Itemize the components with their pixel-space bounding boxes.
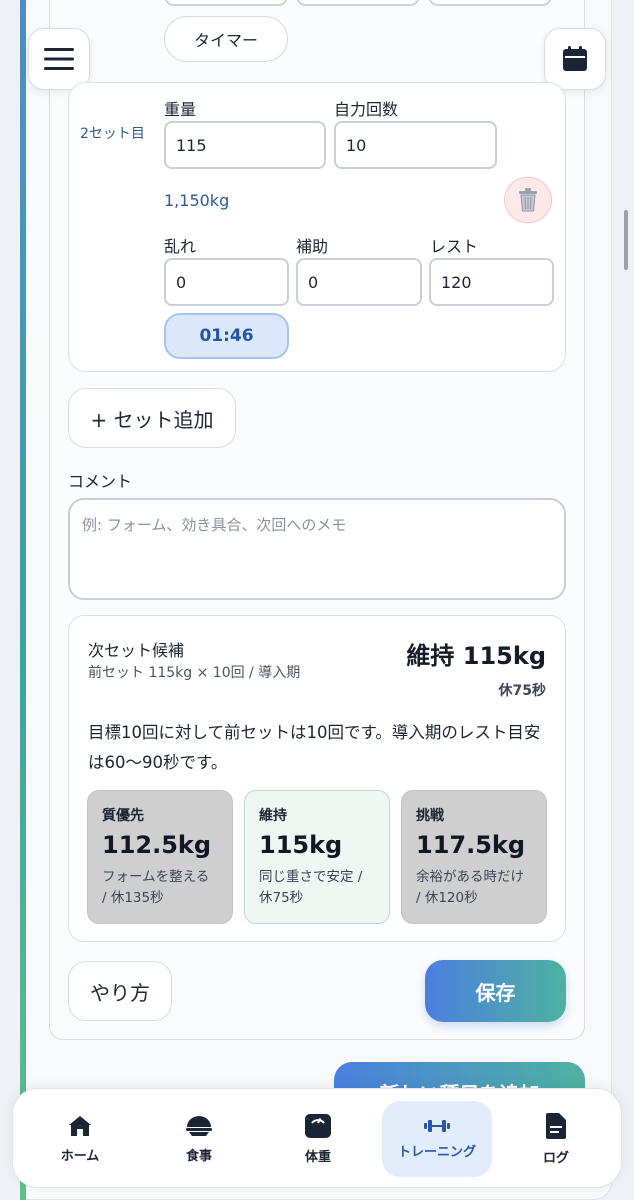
previous-field-stub <box>164 0 288 6</box>
dumbbell-icon <box>424 1119 450 1132</box>
tab-label: ホーム <box>60 1148 100 1164</box>
home-icon <box>69 1115 91 1136</box>
next-set-subtitle: 前セット 115kg × 10回 / 導入期 <box>88 665 301 681</box>
rest-input[interactable] <box>429 258 554 306</box>
tab-training[interactable]: トレーニング <box>382 1101 492 1177</box>
option-note: フォームを整える / 休135秒 <box>102 869 210 906</box>
comment-label: コメント <box>68 472 133 491</box>
volume-text: 1,150kg <box>164 191 230 210</box>
tab-label: 食事 <box>185 1148 212 1164</box>
reps-input[interactable] <box>334 121 497 169</box>
tab-meal[interactable]: 食事 <box>144 1101 254 1177</box>
next-set-rest: 休75秒 <box>498 683 546 699</box>
tab-weight[interactable]: 体重 <box>263 1101 373 1177</box>
tab-home[interactable]: ホーム <box>25 1101 135 1177</box>
rest-timer-button[interactable]: 01:46 <box>164 313 289 359</box>
option-quality[interactable]: 質優先 112.5kg フォームを整える / 休135秒 <box>87 790 233 924</box>
assist-input[interactable] <box>296 258 422 306</box>
save-button[interactable]: 保存 <box>425 960 566 1022</box>
option-name: 質優先 <box>102 808 144 824</box>
next-set-recommendation: 維持 115kg <box>406 642 546 670</box>
rest-label: レスト <box>430 237 479 256</box>
tab-label: トレーニング <box>397 1144 476 1160</box>
option-challenge[interactable]: 挑戦 117.5kg 余裕がある時だけ / 休120秒 <box>401 790 547 924</box>
trash-icon <box>519 188 537 212</box>
previous-field-stub <box>296 0 420 6</box>
reps-label: 自力回数 <box>334 100 399 119</box>
next-set-title: 次セット候補 <box>88 641 185 660</box>
tab-label: 体重 <box>304 1149 331 1165</box>
previous-field-stub <box>428 0 552 6</box>
document-icon <box>546 1112 566 1139</box>
meal-icon <box>186 1115 212 1136</box>
option-note: 余裕がある時だけ / 休120秒 <box>416 869 524 906</box>
disorder-label: 乱れ <box>164 237 197 256</box>
option-weight: 115kg <box>259 831 343 859</box>
tab-log[interactable]: ログ <box>501 1101 611 1177</box>
option-maintain[interactable]: 維持 115kg 同じ重さで安定 / 休75秒 <box>244 790 390 924</box>
scrollbar[interactable] <box>624 210 628 270</box>
delete-set-button[interactable] <box>504 177 552 223</box>
add-set-button[interactable]: + セット追加 <box>68 388 236 448</box>
option-name: 維持 <box>259 808 287 824</box>
set-number-label: 2セット目 <box>80 126 145 142</box>
hamburger-icon <box>44 48 74 70</box>
option-weight: 117.5kg <box>416 831 526 859</box>
assist-label: 補助 <box>296 237 329 256</box>
option-note: 同じ重さで安定 / 休75秒 <box>259 869 363 906</box>
bottom-tab-bar: ホーム 食事 体重 トレーニング ログ <box>12 1088 622 1188</box>
calendar-icon <box>563 46 587 71</box>
disorder-input[interactable] <box>164 258 289 306</box>
option-name: 挑戦 <box>416 808 444 824</box>
timer-button[interactable]: タイマー <box>164 16 288 62</box>
weight-input[interactable] <box>164 121 326 169</box>
tab-label: ログ <box>542 1150 569 1166</box>
scale-icon <box>305 1113 331 1138</box>
option-weight: 112.5kg <box>102 831 212 859</box>
howto-button[interactable]: やり方 <box>68 961 172 1021</box>
menu-button[interactable] <box>28 28 90 90</box>
next-set-description: 目標10回に対して前セットは10回です。導入期のレスト目安は60〜90秒です。 <box>88 723 541 772</box>
comment-input[interactable] <box>68 498 566 600</box>
weight-label: 重量 <box>164 100 197 119</box>
calendar-button[interactable] <box>544 28 606 90</box>
